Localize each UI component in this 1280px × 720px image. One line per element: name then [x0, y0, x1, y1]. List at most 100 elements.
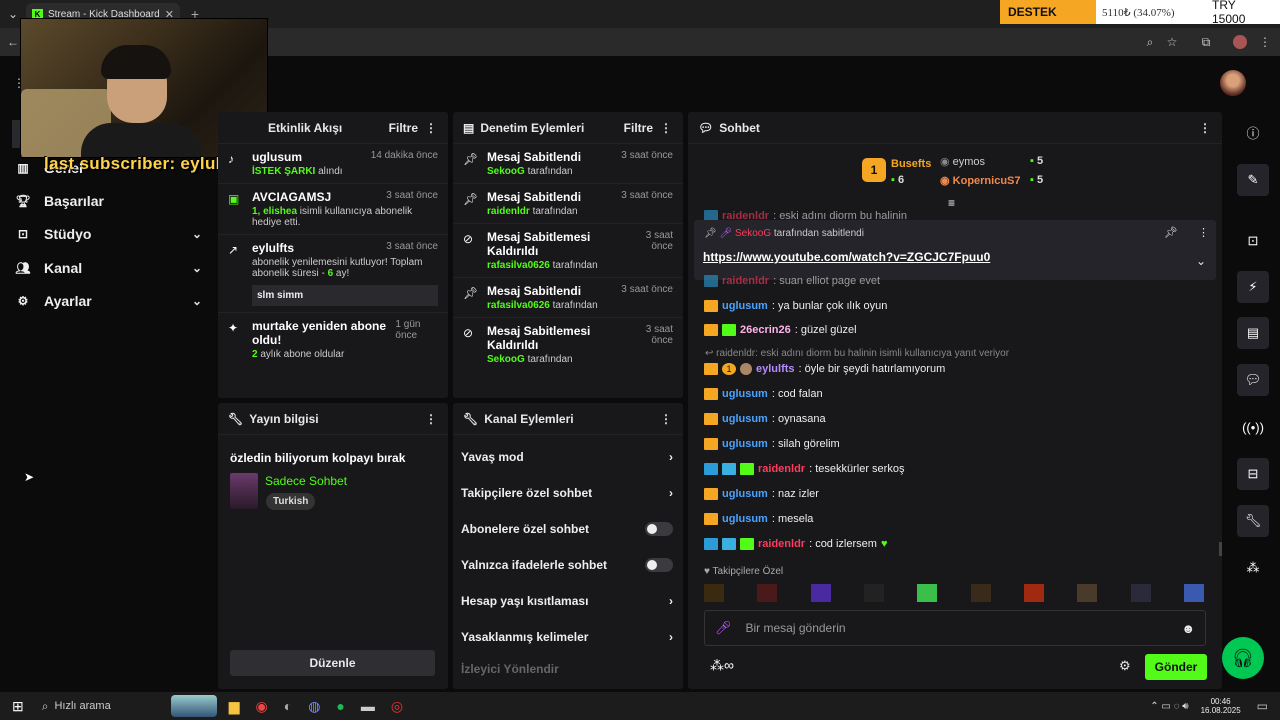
heart-icon: ♥ — [704, 566, 713, 577]
chat-username[interactable]: uglusum — [722, 438, 768, 450]
mic-icon[interactable]: 🎤︎ — [715, 620, 732, 636]
more-options-icon[interactable]: ⋮ — [1198, 121, 1212, 135]
menu-icon[interactable]: ⋮ — [1256, 33, 1274, 51]
more-options-icon[interactable]: ⋮ — [424, 121, 438, 135]
emote[interactable] — [917, 584, 938, 602]
emote[interactable] — [810, 584, 831, 602]
unpin-icon[interactable]: 📌︎ — [1164, 226, 1178, 239]
zoom-icon[interactable]: ⌕ — [1141, 33, 1159, 51]
sidebar-item-achievements[interactable]: 🏆︎ Başarılar — [15, 189, 202, 213]
profile-avatar[interactable] — [1233, 35, 1247, 49]
crown-badge — [704, 488, 718, 500]
chat-panel: 💬︎ Sohbet ⋮ 1 Busefts ▪ 6 ◉ eymos ◉ Kope… — [688, 112, 1222, 689]
support-headset-icon[interactable]: 🎧︎ — [1222, 637, 1264, 679]
slow-mode-row[interactable]: Yavaş mod › — [453, 439, 683, 475]
pinned-user[interactable]: SekooG — [735, 228, 771, 239]
chat-settings-icon[interactable]: ⚙ — [1119, 658, 1131, 674]
spotify-icon[interactable]: ● — [336, 698, 344, 714]
activity-filter-button[interactable]: Filtre — [389, 121, 418, 135]
edit-button[interactable]: Düzenle — [230, 650, 435, 676]
emote[interactable] — [1130, 584, 1151, 602]
user-avatar[interactable] — [1220, 70, 1246, 96]
subscribers-only-toggle[interactable] — [645, 522, 673, 536]
mod-user: rafasilva0626 — [487, 300, 550, 311]
taskbar-clock[interactable]: 00:46 16.08.2025 — [1201, 697, 1241, 715]
stream-category[interactable]: Sadece Sohbet — [265, 474, 347, 488]
count-value: 5 — [1036, 174, 1044, 186]
emote[interactable] — [1023, 584, 1044, 602]
emote[interactable] — [863, 584, 884, 602]
layout-icon[interactable]: ⊟ — [1237, 458, 1269, 490]
taskbar-search[interactable]: Hızlı arama — [54, 700, 110, 712]
wrench-icon[interactable]: 🔧︎ — [1237, 505, 1269, 537]
moderation-filter-button[interactable]: Filtre — [624, 121, 653, 135]
notification-icon[interactable]: ▭ — [1257, 699, 1268, 713]
chat-icon[interactable]: 💬︎ — [1237, 364, 1269, 396]
discord-icon[interactable]: ◍ — [308, 698, 320, 715]
pencil-icon[interactable]: ✎ — [1237, 164, 1269, 196]
chat-input[interactable]: 🎤︎ Bir mesaj gönderin ☻ — [704, 610, 1206, 646]
sidebar-item-settings[interactable]: ⚙ Ayarlar ⌄ — [16, 289, 202, 313]
emote[interactable] — [1183, 584, 1204, 602]
windows-start-icon[interactable]: ⊞ — [12, 698, 24, 715]
feed-text: aylık abone oldular — [257, 349, 345, 360]
chrome-icon[interactable]: ◉ — [256, 698, 268, 715]
chat-title: Sohbet — [719, 120, 760, 135]
more-options-icon[interactable]: ⋮ — [659, 121, 673, 135]
emote[interactable] — [704, 584, 724, 602]
feed-text: alındı — [315, 166, 343, 177]
pinned-link[interactable]: https://www.youtube.com/watch?v=ZGCJC7Fp… — [703, 250, 990, 264]
lightning-icon[interactable]: ⚡︎ — [1237, 271, 1269, 303]
row-label: İzleyici Yönlendir — [461, 662, 559, 676]
terminal-icon[interactable]: ▬ — [361, 698, 375, 714]
chat-username[interactable]: raidenldr — [758, 538, 805, 550]
chat-placeholder: Bir mesaj gönderin — [745, 621, 846, 635]
banned-words-row[interactable]: Yasaklanmış kelimeler › — [453, 619, 683, 655]
more-options-icon[interactable]: ⋮ — [659, 412, 673, 426]
chat-username[interactable]: raidenldr — [758, 463, 805, 475]
chevron-down-icon[interactable]: ⌄ — [1196, 254, 1206, 268]
row-label: Yavaş mod — [461, 450, 524, 464]
collapse-leaderboard-icon[interactable]: ≡ — [948, 196, 955, 210]
chat-username[interactable]: raidenldr — [722, 275, 769, 287]
obs-icon[interactable]: ◎ — [391, 698, 403, 715]
more-options-icon[interactable]: ⋮ — [424, 412, 438, 426]
sidebar-item-studio[interactable]: ⊡ Stüdyo ⌄ — [16, 222, 202, 246]
broadcast-icon[interactable]: ((•)) — [1237, 411, 1269, 443]
chat-username[interactable]: uglusum — [722, 300, 768, 312]
mod-item: 📌︎ Mesaj Sabitlendi 3 saat önce raidenldr t… — [453, 184, 683, 224]
chat-username[interactable]: uglusum — [722, 513, 768, 525]
gift-icon: ▣ — [228, 192, 240, 206]
emote-only-toggle[interactable] — [645, 558, 673, 572]
chat-username[interactable]: uglusum — [722, 488, 768, 500]
extensions-icon[interactable]: ⧉ — [1197, 33, 1215, 51]
info-icon[interactable]: ⓘ — [1237, 116, 1269, 148]
emote[interactable] — [757, 584, 778, 602]
chat-username[interactable]: eylulfts — [756, 363, 795, 375]
apps-icon[interactable]: ⁂ — [1237, 552, 1269, 584]
send-button[interactable]: Gönder — [1145, 654, 1207, 680]
chat-username[interactable]: uglusum — [722, 388, 768, 400]
chat-text: : güzel güzel — [794, 324, 857, 336]
notes-icon[interactable]: ▤ — [1237, 317, 1269, 349]
emote[interactable] — [1077, 584, 1098, 602]
screenshot-icon[interactable]: ⊡ — [1237, 225, 1269, 257]
points-icon[interactable]: ⁂∞ — [710, 657, 734, 674]
more-options-icon[interactable]: ⋮ — [1198, 226, 1209, 239]
bookmark-star-icon[interactable]: ☆ — [1163, 33, 1181, 51]
host-row[interactable]: İzleyici Yönlendir — [453, 655, 683, 683]
steam-icon[interactable]: ◐ — [284, 698, 292, 714]
sidebar-item-channel[interactable]: 👥︎ Kanal ⌄ — [15, 256, 202, 280]
chat-username[interactable]: 26ecrin26 — [740, 324, 791, 336]
chat-username[interactable]: uglusum — [722, 413, 768, 425]
account-age-row[interactable]: Hesap yaşı kısıtlaması › — [453, 583, 683, 619]
tray-icons[interactable]: ⌃ ▭ ◌ 🔊︎ — [1150, 701, 1188, 712]
chat-text: : tesekkürler serkoş — [809, 463, 905, 475]
folder-icon[interactable]: ▆ — [229, 698, 240, 715]
chat-scrollbar[interactable] — [1219, 542, 1222, 556]
emoji-icon[interactable]: ☻ — [1181, 621, 1195, 636]
chat-text: : oynasana — [771, 413, 826, 425]
clipboard-icon: ▤ — [463, 120, 475, 135]
emote[interactable] — [970, 584, 991, 602]
followers-only-row[interactable]: Takipçilere özel sohbet › — [453, 475, 683, 511]
